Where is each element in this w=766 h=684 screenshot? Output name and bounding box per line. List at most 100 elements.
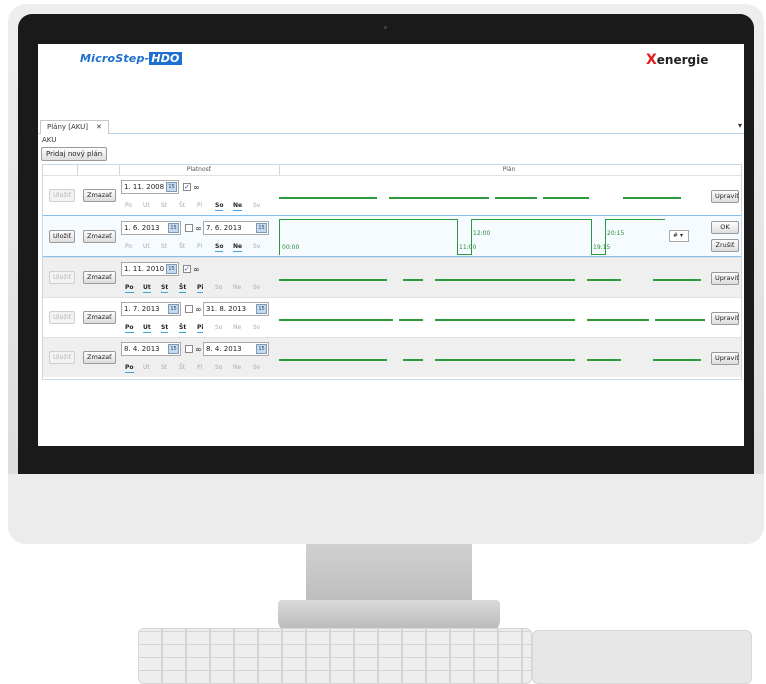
day-toggle[interactable]: Ut xyxy=(143,243,150,250)
day-toggle[interactable]: Ut xyxy=(143,284,151,293)
table-row: Uložiť Zmazať 1. 11. 2008 15 ✓ ∞ Po Ut St… xyxy=(43,175,741,215)
valid-to-field[interactable]: 8. 4. 2013 15 xyxy=(203,342,269,356)
valid-to-field[interactable]: 7. 6. 2013 15 xyxy=(203,221,269,235)
logo-accent: HDO xyxy=(149,52,182,65)
ok-button[interactable]: OK xyxy=(711,221,739,234)
edit-button[interactable]: Upraviť xyxy=(711,312,739,325)
day-toggle[interactable]: Št xyxy=(179,324,187,333)
valid-from-field[interactable]: 1. 7. 2013 15 xyxy=(121,302,181,316)
day-toggle[interactable]: Sv xyxy=(253,364,260,371)
calendar-icon[interactable]: 15 xyxy=(256,223,267,233)
infinite-checkbox[interactable] xyxy=(185,305,193,313)
save-button[interactable]: Uložiť xyxy=(49,230,76,243)
tab-menu-icon[interactable]: ▾ xyxy=(738,121,742,130)
plan-segment xyxy=(279,319,393,321)
day-toggle[interactable]: So xyxy=(215,243,224,252)
day-toggle[interactable]: Pi xyxy=(197,243,202,250)
day-toggle[interactable]: Ne xyxy=(233,364,241,371)
day-toggle[interactable]: Št xyxy=(179,284,187,293)
day-toggle[interactable]: St xyxy=(161,284,169,293)
valid-from-field[interactable]: 1. 6. 2013 15 xyxy=(121,221,181,235)
infinity-label: ∞ xyxy=(193,265,200,274)
day-toggle[interactable]: Ut xyxy=(143,324,151,333)
save-button[interactable]: Uložiť xyxy=(49,351,76,364)
add-plan-button[interactable]: Pridaj nový plán xyxy=(41,147,108,161)
save-button[interactable]: Uložiť xyxy=(49,311,76,324)
delete-button[interactable]: Zmazať xyxy=(83,189,116,202)
day-toggle[interactable]: Ne xyxy=(233,243,243,252)
day-toggle[interactable]: So xyxy=(215,284,222,291)
time-label: 00:00 xyxy=(282,244,300,251)
valid-from-field[interactable]: 8. 4. 2013 15 xyxy=(121,342,181,356)
calendar-icon[interactable]: 15 xyxy=(166,182,177,192)
day-toggle[interactable]: Po xyxy=(125,284,134,293)
plan-segment xyxy=(587,359,621,361)
close-icon[interactable]: ✕ xyxy=(96,123,102,131)
select-dropdown[interactable]: # ▾ xyxy=(669,230,689,242)
day-toggle[interactable]: Po xyxy=(125,243,132,250)
day-toggle[interactable]: Po xyxy=(125,202,132,209)
edit-button[interactable]: Upraviť xyxy=(711,272,739,285)
day-toggle[interactable]: Pi xyxy=(197,364,202,371)
day-toggle[interactable]: Pi xyxy=(197,284,204,293)
infinite-checkbox[interactable]: ✓ xyxy=(183,265,191,273)
valid-to-field[interactable]: 31. 8. 2013 15 xyxy=(203,302,269,316)
day-toggle[interactable]: Ne xyxy=(233,202,243,211)
infinite-checkbox[interactable] xyxy=(185,345,193,353)
tab-label: Plány [AKU] xyxy=(47,123,89,131)
microstep-logo: MicroStep- HDO xyxy=(80,52,182,65)
calendar-icon[interactable]: 15 xyxy=(256,304,267,314)
cancel-button[interactable]: Zrušiť xyxy=(711,239,739,252)
logo-text: MicroStep xyxy=(80,52,145,65)
monitor-stand xyxy=(306,544,472,604)
calendar-icon[interactable]: 15 xyxy=(256,344,267,354)
calendar-icon[interactable]: 15 xyxy=(168,344,179,354)
day-toggle[interactable]: Po xyxy=(125,364,134,373)
delete-button[interactable]: Zmazať xyxy=(83,311,116,324)
day-toggle[interactable]: Št xyxy=(179,364,185,371)
date-value: 1. 6. 2013 xyxy=(124,224,160,232)
day-toggle[interactable]: Sv xyxy=(253,324,260,331)
day-toggle[interactable]: Ne xyxy=(233,324,241,331)
save-button[interactable]: Uložiť xyxy=(49,189,76,202)
day-toggle[interactable]: Sv xyxy=(253,284,260,291)
infinite-checkbox[interactable] xyxy=(185,224,193,232)
day-toggle[interactable]: St xyxy=(161,324,169,333)
day-toggle[interactable]: Ut xyxy=(143,364,150,371)
calendar-icon[interactable]: 15 xyxy=(168,304,179,314)
day-toggle[interactable]: St xyxy=(161,243,167,250)
plans-table: Platnosť Plán Uložiť Zmazať 1. 11. 2008 1… xyxy=(42,164,742,380)
day-toggle[interactable]: St xyxy=(161,364,167,371)
day-toggle[interactable]: St xyxy=(161,202,167,209)
calendar-icon[interactable]: 15 xyxy=(168,223,179,233)
table-row: Uložiť Zmazať 1. 11. 2010 15 ✓ ∞ Po Ut St… xyxy=(43,257,741,297)
table-row: Uložiť Zmazať 1. 6. 2013 15 ∞ 7. 6. 2013 1… xyxy=(43,215,741,257)
delete-button[interactable]: Zmazať xyxy=(83,230,116,243)
day-toggle[interactable]: Ne xyxy=(233,284,241,291)
day-toggle[interactable]: So xyxy=(215,324,222,331)
day-toggle[interactable]: Sv xyxy=(253,202,260,209)
valid-from-field[interactable]: 1. 11. 2008 15 xyxy=(121,180,179,194)
day-toggle[interactable]: Pi xyxy=(197,202,202,209)
plan-segment xyxy=(389,197,489,199)
delete-button[interactable]: Zmazať xyxy=(83,351,116,364)
delete-button[interactable]: Zmazať xyxy=(83,271,116,284)
day-toggle[interactable]: Sv xyxy=(253,243,260,250)
calendar-icon[interactable]: 15 xyxy=(166,264,177,274)
day-toggle[interactable]: Ut xyxy=(143,202,150,209)
edit-button[interactable]: Upraviť xyxy=(711,190,739,203)
plan-segment xyxy=(653,279,701,281)
day-toggle[interactable]: Št xyxy=(179,243,185,250)
day-toggle[interactable]: Št xyxy=(179,202,185,209)
infinite-checkbox[interactable]: ✓ xyxy=(183,183,191,191)
edit-button[interactable]: Upraviť xyxy=(711,352,739,365)
save-button[interactable]: Uložiť xyxy=(49,271,76,284)
valid-from-field[interactable]: 1. 11. 2010 15 xyxy=(121,262,179,276)
column-header-validity: Platnosť xyxy=(186,166,212,173)
day-toggle[interactable]: Pi xyxy=(197,324,204,333)
day-toggle[interactable]: So xyxy=(215,202,224,211)
day-toggle[interactable]: So xyxy=(215,364,222,371)
day-toggle[interactable]: Po xyxy=(125,324,134,333)
plan-segment xyxy=(655,319,705,321)
tab-plans[interactable]: Plány [AKU] ✕ xyxy=(40,120,109,134)
